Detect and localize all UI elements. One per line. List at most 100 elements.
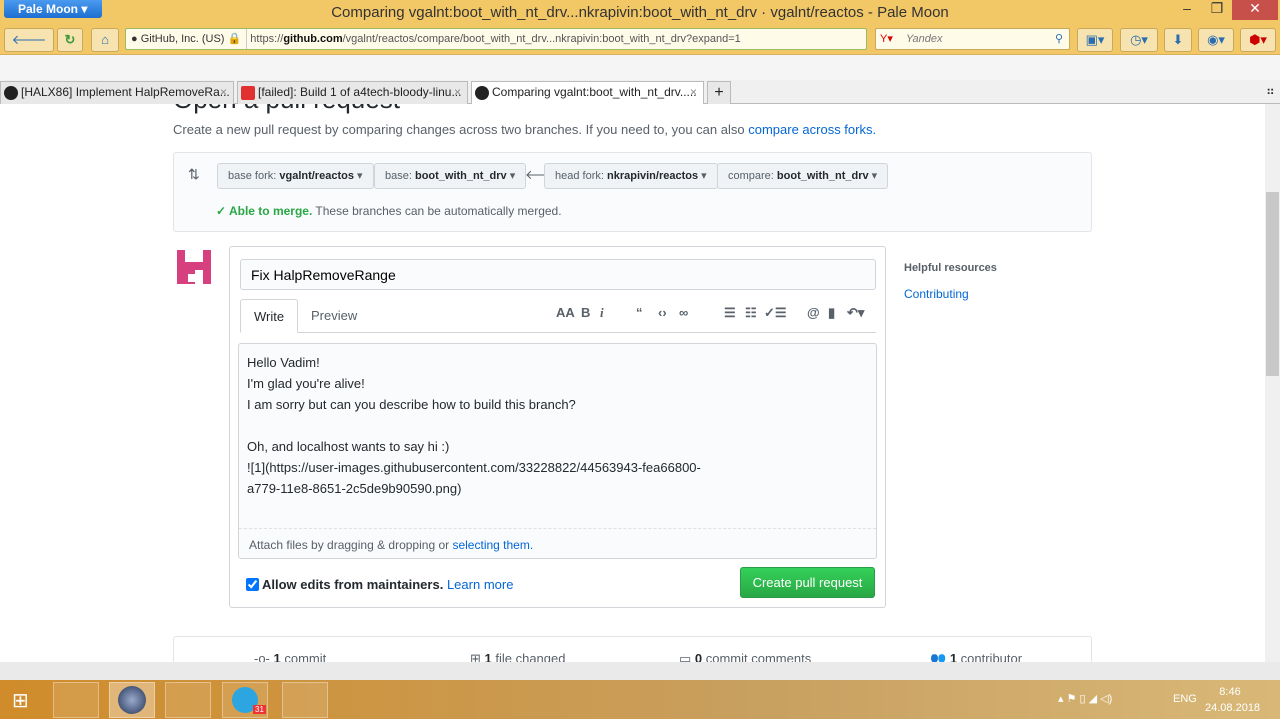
- search-input[interactable]: Yandex ⚲ Y▾: [875, 28, 1070, 50]
- stat-label: commit comments: [702, 651, 812, 662]
- header-text-icon[interactable]: AA: [556, 305, 575, 320]
- tab-label: [HALX86] Implement HalpRemoveRa...: [21, 85, 230, 99]
- pull-request-form: Write Preview AA B i “ ‹› ∞ ☰ ☷ ✓☰ @ ▮ ↶…: [229, 246, 886, 608]
- bookmark-icon[interactable]: ▮: [828, 305, 835, 321]
- allow-edits-label: Allow edits from maintainers.: [262, 577, 444, 592]
- clock-date: 24.08.2018: [1205, 702, 1261, 714]
- pale-moon-icon[interactable]: [109, 682, 155, 718]
- github-icon: [475, 86, 489, 100]
- task-list-icon[interactable]: ✓☰: [764, 305, 787, 321]
- select-label: compare:: [728, 170, 777, 182]
- reply-icon[interactable]: ↶▾: [847, 305, 864, 321]
- language-indicator[interactable]: ENG: [1173, 693, 1197, 705]
- title-input[interactable]: [240, 259, 876, 290]
- reload-icon[interactable]: ↻: [57, 28, 83, 52]
- tab-preview[interactable]: Preview: [298, 299, 370, 333]
- comments-stat[interactable]: ▭ 0 commit comments: [679, 651, 811, 662]
- select-value: boot_with_nt_drv: [414, 170, 507, 182]
- stat-label: commit: [280, 651, 327, 662]
- adblock-icon[interactable]: ⬢▾: [1240, 28, 1276, 52]
- learn-more-link[interactable]: Learn more: [447, 577, 513, 592]
- stat-label: contributor: [957, 651, 1023, 662]
- url-domain: github.com: [283, 33, 343, 45]
- merge-status: ✓ Able to merge. These branches can be a…: [216, 204, 562, 218]
- avatar[interactable]: [175, 248, 213, 286]
- github-icon: ●: [131, 33, 138, 45]
- code-icon[interactable]: ‹›: [658, 305, 667, 320]
- attach-text: Attach files by dragging & dropping or: [249, 538, 453, 552]
- search-icon[interactable]: ⚲: [1055, 29, 1063, 49]
- allow-edits-checkbox[interactable]: [246, 578, 259, 591]
- yandex-icon[interactable]: Y▾: [880, 29, 893, 49]
- history-icon[interactable]: ◷▾: [1120, 28, 1158, 52]
- site-identity[interactable]: ● GitHub, Inc. (US) 🔒: [126, 29, 248, 49]
- contributing-link[interactable]: Contributing: [904, 287, 969, 301]
- tab-comparing[interactable]: Comparing vgalnt:boot_with_nt_drv..... ×: [471, 81, 704, 104]
- close-tab-icon[interactable]: ×: [220, 82, 227, 103]
- addon-icon[interactable]: ◉▾: [1198, 28, 1234, 52]
- comment-editor: Attach files by dragging & dropping or s…: [238, 343, 877, 559]
- bullet-list-icon[interactable]: ☰: [724, 305, 736, 321]
- close-tab-icon[interactable]: ×: [454, 82, 461, 103]
- bookmarks-icon[interactable]: ▣▾: [1077, 28, 1113, 52]
- contributors-stat[interactable]: 👥 1 contributor: [930, 651, 1022, 662]
- merge-text: These branches can be automatically merg…: [312, 204, 562, 218]
- compare-across-forks-link[interactable]: compare across forks.: [748, 122, 876, 137]
- tab-write[interactable]: Write: [240, 299, 299, 333]
- home-icon[interactable]: ⌂: [91, 28, 119, 52]
- minimize-button[interactable]: –: [1172, 0, 1202, 20]
- mention-icon[interactable]: @: [807, 305, 820, 320]
- file-diff-icon: ⊞: [470, 651, 485, 662]
- clock[interactable]: 8:46 24.08.2018: [1205, 684, 1261, 716]
- new-tab-button[interactable]: +: [707, 81, 731, 104]
- restore-button[interactable]: ❐: [1202, 0, 1232, 20]
- tab-label: Comparing vgalnt:boot_with_nt_drv.....: [492, 85, 697, 99]
- tab-list-icon[interactable]: ⠶: [1266, 84, 1275, 98]
- scrollbar-thumb[interactable]: [1266, 192, 1279, 376]
- toolbar-spacer: [0, 55, 1280, 80]
- numbered-list-icon[interactable]: ☷: [745, 305, 757, 321]
- check-icon: ✓: [216, 204, 229, 218]
- window-title: Comparing vgalnt:boot_with_nt_drv...nkra…: [331, 4, 949, 21]
- base-branch-select[interactable]: base: boot_with_nt_drv ▾: [374, 163, 527, 189]
- back-forward-button[interactable]: 🡐 🡒: [4, 28, 54, 69]
- create-pull-request-button[interactable]: Create pull request: [740, 567, 875, 598]
- bold-icon[interactable]: B: [581, 305, 590, 320]
- title-bar: Pale Moon ▾ Comparing vgalnt:boot_with_n…: [0, 0, 1280, 25]
- url-bar[interactable]: ● GitHub, Inc. (US) 🔒 https://github.com…: [125, 28, 867, 50]
- allow-edits-checkbox-row[interactable]: Allow edits from maintainers. Learn more: [246, 577, 513, 592]
- page-title: Open a pull request: [173, 104, 400, 115]
- tab-halx86[interactable]: [HALX86] Implement HalpRemoveRa... ×: [0, 81, 234, 104]
- link-icon[interactable]: ∞: [679, 305, 688, 320]
- page-subtitle: Create a new pull request by comparing c…: [173, 122, 876, 137]
- telegram-icon[interactable]: 31: [222, 682, 268, 718]
- files-stat[interactable]: ⊞ 1 file changed: [470, 651, 565, 662]
- italic-icon[interactable]: i: [600, 305, 604, 321]
- base-fork-select[interactable]: base fork: vgalnt/reactos ▾: [217, 163, 374, 189]
- search-placeholder: Yandex: [906, 33, 943, 45]
- stat-count: 1: [273, 651, 281, 662]
- attach-files: Attach files by dragging & dropping or s…: [249, 538, 533, 552]
- comment-body-input[interactable]: [239, 344, 876, 529]
- start-icon[interactable]: ⊞: [12, 688, 29, 713]
- clock-time: 8:46: [1219, 686, 1241, 698]
- select-files-link[interactable]: selecting them.: [452, 538, 533, 552]
- vertical-scrollbar[interactable]: [1265, 104, 1280, 662]
- telegram-badge: 31: [253, 705, 266, 714]
- taskbar: ⊞ 31 ▴ ⚑ ▯ ◢ ◁) ENG 8:46 24.08.2018: [0, 680, 1280, 719]
- github-icon: [4, 86, 18, 100]
- app-icon[interactable]: [282, 682, 328, 718]
- site-identity-label: GitHub, Inc. (US): [140, 33, 225, 45]
- select-value: boot_with_nt_drv: [776, 170, 869, 182]
- close-button[interactable]: ✕: [1232, 0, 1278, 20]
- download-icon[interactable]: ⬇: [1164, 28, 1192, 52]
- close-tab-icon[interactable]: ×: [690, 82, 697, 103]
- quote-icon[interactable]: “: [636, 305, 643, 320]
- head-fork-select[interactable]: head fork: nkrapivin/reactos ▾: [544, 163, 718, 189]
- tray-icons[interactable]: ▴ ⚑ ▯ ◢ ◁): [1058, 692, 1112, 705]
- commits-stat[interactable]: -o- 1 commit: [254, 651, 326, 662]
- compare-branch-select[interactable]: compare: boot_with_nt_drv ▾: [717, 163, 889, 189]
- notepad-icon[interactable]: [165, 682, 211, 718]
- tab-build-failed[interactable]: [failed]: Build 1 of a4tech-bloody-linu.…: [237, 81, 468, 104]
- file-explorer-icon[interactable]: [53, 682, 99, 718]
